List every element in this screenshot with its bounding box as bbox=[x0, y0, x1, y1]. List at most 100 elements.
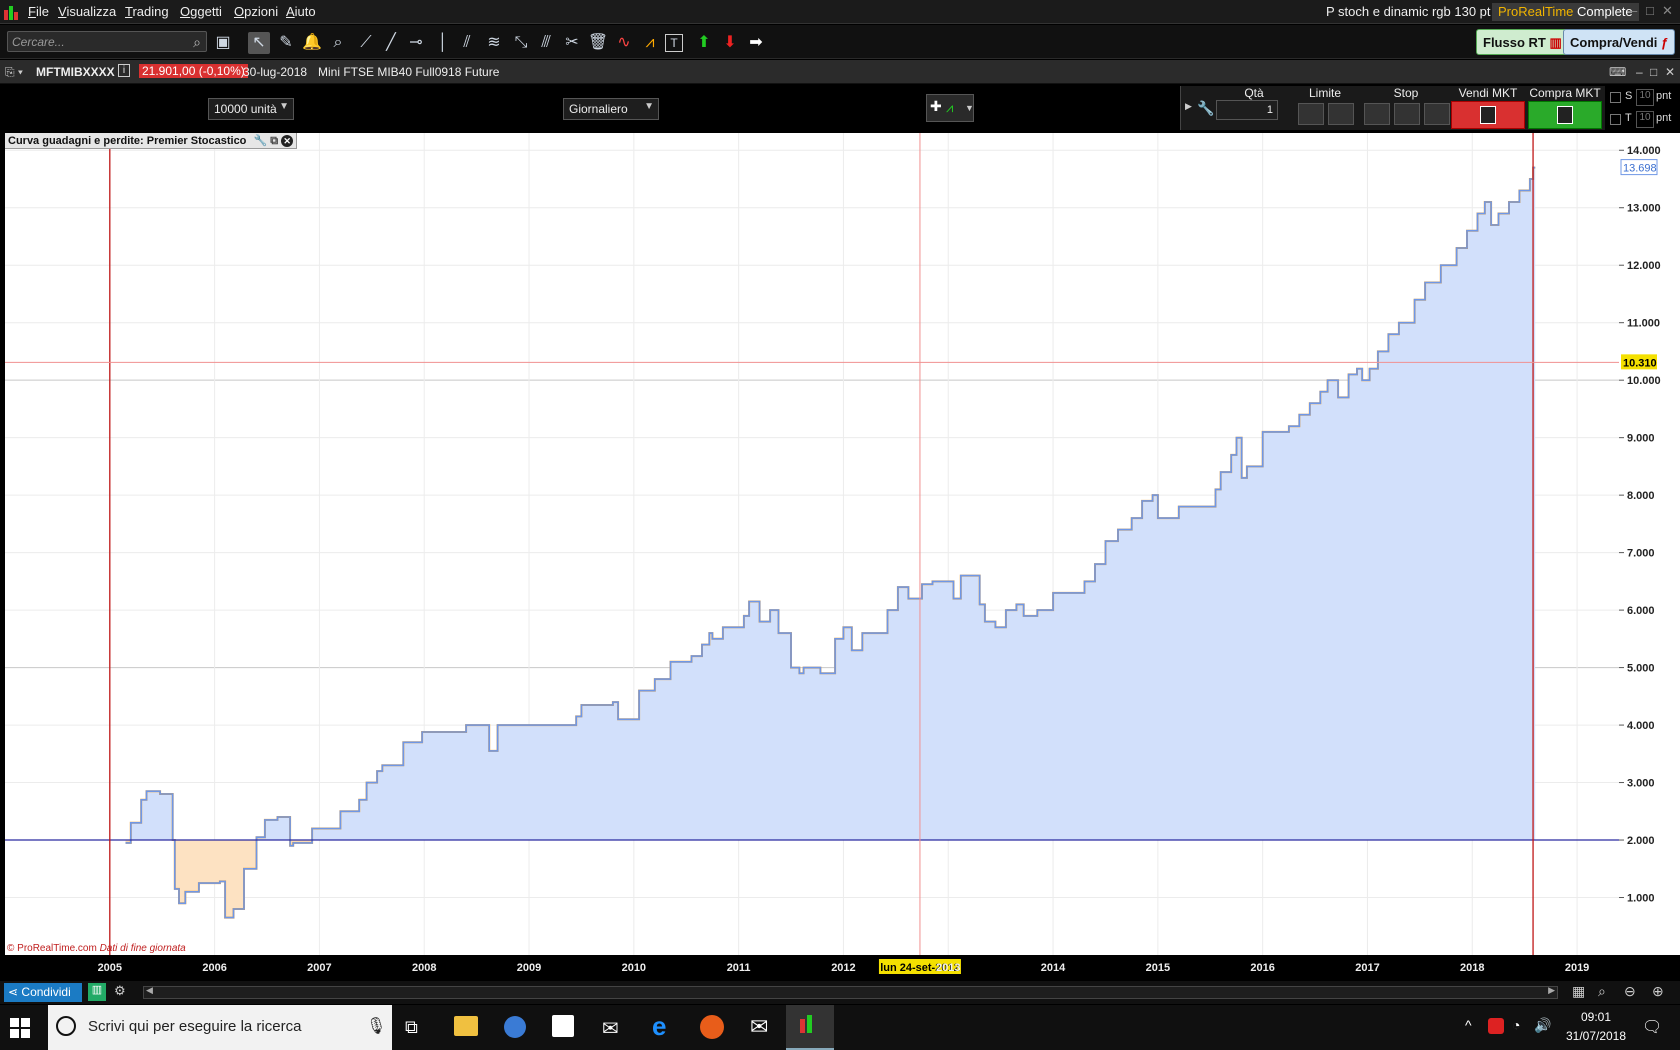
wave-icon[interactable]: ∿ bbox=[613, 32, 635, 54]
screenshot-icon[interactable]: ▣ bbox=[212, 32, 234, 54]
clock-date[interactable]: 31/07/2018 bbox=[1560, 1029, 1632, 1043]
email-icon[interactable]: ✉ bbox=[750, 1014, 768, 1040]
menu-aiuto[interactable]: Aiuto bbox=[286, 4, 316, 19]
wifi-icon[interactable]: ◔ bbox=[1512, 1017, 1520, 1033]
firefox-icon[interactable] bbox=[700, 1015, 724, 1039]
buy-arrow-icon[interactable]: ⬆ bbox=[693, 32, 715, 54]
s-unit: pnt bbox=[1656, 90, 1672, 102]
exit-arrow-icon[interactable]: ➡ bbox=[745, 32, 767, 54]
x-tick-label: 2018 bbox=[1460, 962, 1484, 974]
search-input[interactable] bbox=[7, 31, 207, 52]
s-checkbox[interactable] bbox=[1610, 92, 1621, 103]
sell-mkt-button[interactable] bbox=[1451, 101, 1525, 129]
zoom-fit-icon[interactable]: ⌕ bbox=[1598, 983, 1606, 1000]
tray-chevron-icon[interactable]: ^ bbox=[1465, 1017, 1472, 1033]
share-button[interactable]: ⋖ Condividi bbox=[4, 983, 82, 1002]
close-icon[interactable]: ✕ bbox=[281, 135, 294, 147]
fibonacci-icon[interactable]: ≋ bbox=[483, 32, 505, 54]
qty-input[interactable]: 1 bbox=[1216, 100, 1278, 120]
store-icon[interactable] bbox=[552, 1015, 574, 1037]
chart-type-icon[interactable]: ▦ bbox=[1572, 983, 1585, 1000]
menu-opzioni[interactable]: Opzioni bbox=[234, 4, 278, 19]
ruler-icon[interactable]: ✎ bbox=[275, 32, 297, 54]
x-tick-label: 2017 bbox=[1355, 962, 1379, 974]
instrument-menu-icon[interactable]: ⎘ ▾ bbox=[5, 65, 23, 80]
compra-vendi-button[interactable]: Compra/Vendi ƒ bbox=[1563, 29, 1676, 55]
file-explorer-icon[interactable] bbox=[454, 1016, 478, 1036]
add-chart-icon[interactable]: ▥ bbox=[88, 983, 106, 1001]
flusso-rt-button[interactable]: Flusso RT ▥ bbox=[1476, 29, 1569, 55]
limit-buy-button[interactable] bbox=[1298, 103, 1324, 125]
scroll-left-icon[interactable]: ◀ bbox=[146, 985, 153, 996]
zoom-icon[interactable]: ⌕ bbox=[327, 32, 349, 54]
scroll-right-icon[interactable]: ▶ bbox=[1548, 985, 1555, 996]
equity-chart[interactable]: 10.31013.698lun 24-set-2012 1.0002.0003.… bbox=[5, 133, 1680, 979]
units-dropdown[interactable]: 10000 unità ▼ bbox=[208, 98, 294, 120]
browser-icon[interactable] bbox=[504, 1016, 526, 1038]
clock-time[interactable]: 09:01 bbox=[1576, 1010, 1616, 1024]
antivirus-icon[interactable] bbox=[1488, 1018, 1504, 1034]
segment-icon[interactable]: ⟋ bbox=[355, 32, 377, 54]
instrument-symbol[interactable]: MFTMIBXXXX bbox=[36, 65, 115, 79]
t-checkbox[interactable] bbox=[1610, 114, 1621, 125]
buy-mkt-button[interactable] bbox=[1528, 101, 1602, 129]
info-icon[interactable]: i bbox=[118, 64, 130, 77]
limit-sell-button[interactable] bbox=[1328, 103, 1354, 125]
share-icon: ⋖ bbox=[8, 985, 19, 999]
panel-close-icon[interactable]: ✕ bbox=[1665, 65, 1675, 79]
channel-icon[interactable]: ⫽ bbox=[456, 32, 478, 54]
zigzag-icon[interactable]: ⩘ bbox=[639, 32, 661, 54]
add-indicator-button[interactable]: ✚ ⩘ ▼ bbox=[926, 94, 974, 122]
vertical-line-icon[interactable]: │ bbox=[432, 32, 454, 54]
stop-sell-button[interactable] bbox=[1394, 103, 1420, 125]
tools-icon[interactable]: ✂ bbox=[561, 32, 583, 54]
windows-start-icon[interactable] bbox=[10, 1018, 40, 1048]
t-value[interactable]: 10 bbox=[1636, 111, 1654, 128]
volume-icon[interactable]: 🔊 bbox=[1534, 1017, 1551, 1034]
menu-oggetti[interactable]: Oggetti bbox=[180, 4, 222, 19]
line-icon[interactable]: ╱ bbox=[380, 32, 402, 54]
detach-icon[interactable]: ⧉ bbox=[270, 135, 278, 147]
keyboard-icon[interactable]: ⌨ bbox=[1609, 65, 1626, 79]
panel-maximize-icon[interactable]: □ bbox=[1650, 65, 1657, 79]
prorealtime-taskbar-item[interactable] bbox=[786, 1005, 834, 1050]
search-icon[interactable]: ⌕ bbox=[186, 31, 208, 53]
brand-edition: Complete bbox=[1577, 4, 1633, 19]
task-view-icon[interactable]: ⧉ bbox=[405, 1017, 418, 1038]
pointer-icon[interactable]: ↖ bbox=[248, 32, 270, 54]
menu-visualizza[interactable]: Visualizza bbox=[58, 4, 116, 19]
maximize-icon[interactable]: □ bbox=[1646, 3, 1654, 18]
limit-label: Limite bbox=[1308, 86, 1341, 100]
panel-minimize-icon[interactable]: – bbox=[1636, 65, 1643, 79]
notifications-icon[interactable]: 🗨 bbox=[1642, 1017, 1662, 1037]
expand-arrow-icon[interactable]: ▶ bbox=[1185, 101, 1192, 112]
horizontal-scrollbar[interactable]: ◀ ▶ bbox=[143, 985, 1558, 999]
trash-icon[interactable]: 🗑 bbox=[587, 32, 609, 54]
edge-icon[interactable]: e bbox=[652, 1011, 666, 1042]
s-value[interactable]: 10 bbox=[1636, 89, 1654, 106]
menu-trading[interactable]: Trading bbox=[125, 4, 169, 19]
stop-buy-button[interactable] bbox=[1364, 103, 1390, 125]
windows-taskbar: Scrivi qui per eseguire la ricerca 🎙 ⧉ ✉… bbox=[0, 1005, 1680, 1050]
wrench-icon[interactable]: 🔧 bbox=[1197, 100, 1214, 117]
mail-app-icon[interactable]: ✉ bbox=[602, 1016, 619, 1041]
horizontal-line-icon[interactable]: ⊸ bbox=[405, 32, 427, 54]
close-icon[interactable]: ✕ bbox=[1662, 3, 1673, 19]
trend-icon[interactable]: ⤡ bbox=[510, 32, 532, 54]
y-tick-label: 5.000 bbox=[1627, 663, 1655, 675]
period-dropdown[interactable]: Giornaliero ▼ bbox=[563, 98, 659, 120]
sell-arrow-icon[interactable]: ⬇ bbox=[719, 32, 741, 54]
zoom-in-icon[interactable]: ⊕ bbox=[1652, 983, 1664, 1000]
zoom-out-icon[interactable]: ⊖ bbox=[1624, 983, 1636, 1000]
minimize-icon[interactable]: – bbox=[1630, 3, 1637, 18]
alert-bell-icon[interactable]: 🔔 bbox=[301, 32, 323, 54]
text-tool-icon[interactable]: T bbox=[665, 34, 683, 52]
t-unit: pnt bbox=[1656, 112, 1672, 124]
microphone-icon[interactable]: 🎙 bbox=[366, 1016, 386, 1036]
wrench-icon[interactable]: 🔧 bbox=[253, 135, 267, 147]
taskbar-search-box[interactable]: Scrivi qui per eseguire la ricerca 🎙 bbox=[48, 1005, 392, 1050]
parallel-lines-icon[interactable]: ⫻ bbox=[535, 32, 557, 54]
stop-cancel-button[interactable] bbox=[1424, 103, 1450, 125]
menu-file[interactable]: File bbox=[28, 4, 49, 19]
chart-settings-icon[interactable]: ⚙ bbox=[114, 983, 126, 999]
